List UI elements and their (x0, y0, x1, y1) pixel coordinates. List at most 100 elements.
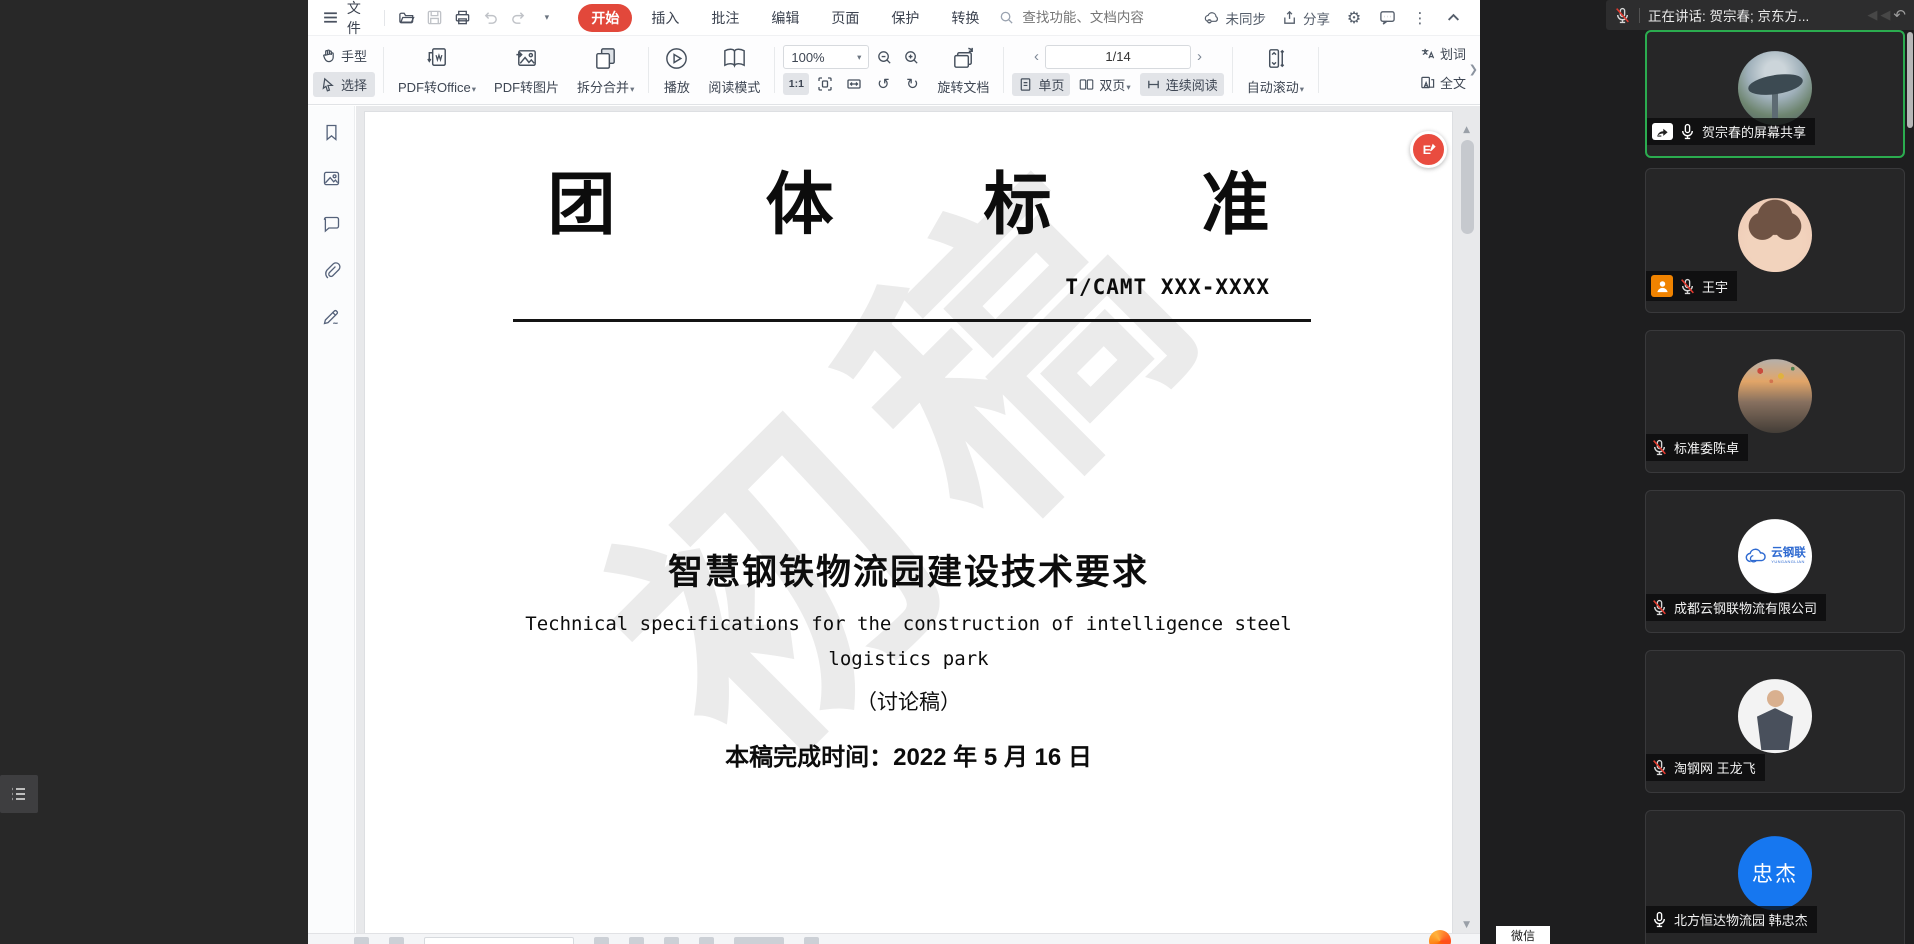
pdf-to-image-button[interactable]: PDF转图片 (485, 38, 568, 102)
tab-edit[interactable]: 编辑 (758, 4, 812, 32)
participant-tile[interactable]: 王宇 (1645, 168, 1905, 313)
actual-size-button[interactable]: 1:1 (783, 73, 809, 95)
participant-tile-screen-share[interactable]: 贺宗春的屏幕共享 (1645, 30, 1905, 158)
attachment-icon[interactable] (321, 260, 342, 281)
wechat-taskbar-label[interactable]: 微信 (1496, 926, 1550, 944)
banner-nav: ◀ ◀ ↶ (1867, 6, 1906, 24)
pdf-to-office-label: PDF转Office▾ (398, 77, 476, 96)
participant-tile[interactable]: 淘钢网 王龙飞 (1645, 650, 1905, 793)
comment-panel-icon[interactable] (321, 214, 342, 235)
participant-name: 北方恒达物流园 韩忠杰 (1674, 910, 1808, 929)
quick-access-dropdown-icon[interactable]: ▾ (536, 7, 557, 29)
split-merge-label: 拆分合并▾ (577, 77, 634, 96)
open-folder-icon[interactable] (396, 7, 417, 29)
hand-tool-button[interactable]: 手型 (313, 43, 375, 68)
double-page-button[interactable]: 双页▾ (1073, 73, 1136, 96)
signature-icon[interactable] (321, 306, 342, 327)
document-canvas[interactable]: 初稿 团体标准 T/CAMT XXX-XXXX 智慧钢铁物流园建设技术要求 Te… (356, 106, 1480, 933)
return-arrow-icon[interactable]: ↶ (1893, 6, 1906, 24)
taskbar-app-icon[interactable] (1428, 930, 1452, 944)
list-icon (9, 784, 29, 804)
participant-tile[interactable]: 标准委陈卓 (1645, 330, 1905, 473)
next-speaker-icon[interactable]: ◀ (1880, 8, 1890, 23)
print-icon[interactable] (452, 7, 473, 29)
participant-tile[interactable]: 忠杰 北方恒达物流园 韩忠杰 (1645, 810, 1905, 944)
fit-page-button[interactable] (812, 73, 838, 95)
participants-scrollbar[interactable] (1907, 32, 1913, 128)
mic-muted-icon (1651, 599, 1668, 616)
title-en-line1: Technical specifications for the constru… (365, 607, 1452, 642)
mic-muted-icon[interactable] (1614, 7, 1631, 24)
rotate-cw-icon[interactable]: ↻ (899, 73, 925, 95)
tab-home[interactable]: 开始 (578, 4, 632, 32)
participant-tile[interactable]: 云钢联 YUNGANGLIAN 成都云钢联物流有限公司 (1645, 490, 1905, 633)
sync-status[interactable]: 未同步 (1203, 8, 1267, 28)
pdf-edit-float-button[interactable]: E (1410, 131, 1447, 168)
cursor-icon (321, 77, 336, 92)
pdf-to-office-button[interactable]: PDF转Office▾ (389, 38, 485, 102)
save-icon[interactable] (424, 7, 445, 29)
auto-scroll-button[interactable]: 自动滚动▾ (1238, 38, 1313, 102)
split-merge-button[interactable]: 拆分合并▾ (568, 38, 643, 102)
zoom-in-icon[interactable] (899, 45, 923, 69)
rotate-document-button[interactable]: 旋转文档 (928, 38, 998, 102)
tab-page[interactable]: 页面 (818, 4, 872, 32)
participant-avatar (1738, 51, 1812, 125)
share-button[interactable]: 分享 (1281, 8, 1330, 28)
search-input[interactable] (1020, 9, 1185, 26)
menu-right-icons: 未同步 分享 ⚙ ⋮ (1193, 8, 1469, 28)
zoom-level-select[interactable]: 100% ▾ (783, 45, 869, 69)
outline-toc-button[interactable] (0, 775, 38, 813)
sidebar-tool-strip (308, 106, 355, 933)
desktop: 文件 ▾ 开始 插入 批注 编辑 (0, 0, 1914, 944)
more-kebab-icon[interactable]: ⋮ (1411, 9, 1429, 27)
file-menu[interactable]: 文件 (320, 0, 373, 38)
share-label: 分享 (1303, 8, 1330, 28)
status-icon (389, 937, 404, 944)
double-page-icon (1079, 77, 1094, 92)
participant-avatar-logo: 云钢联 YUNGANGLIAN (1738, 519, 1812, 593)
fit-width-button[interactable] (841, 73, 867, 95)
document-title-en: Technical specifications for the constru… (365, 607, 1452, 677)
single-page-button[interactable]: 单页 (1012, 73, 1070, 96)
search-box[interactable] (999, 9, 1185, 26)
play-label: 播放 (664, 77, 690, 96)
word-translate-button[interactable]: 划词 (1416, 42, 1480, 65)
continuous-read-button[interactable]: 连续阅读 (1140, 73, 1224, 96)
select-tool-button[interactable]: 选择 (313, 72, 375, 97)
redo-icon[interactable] (508, 7, 529, 29)
tab-convert[interactable]: 转换 (938, 4, 992, 32)
read-mode-button[interactable]: 阅读模式 (699, 38, 769, 102)
zoom-level-value: 100% (791, 50, 824, 65)
scroll-up-icon[interactable]: ▲ (1463, 125, 1470, 135)
split-merge-icon (592, 45, 619, 72)
rotate-ccw-icon[interactable]: ↺ (870, 73, 896, 95)
prev-page-icon[interactable]: ‹ (1031, 48, 1042, 65)
hand-icon (321, 48, 336, 63)
participant-avatar (1738, 198, 1812, 272)
gear-icon[interactable]: ⚙ (1345, 9, 1363, 27)
mic-on-icon (1679, 123, 1696, 140)
tab-protect[interactable]: 保护 (878, 4, 932, 32)
bookmark-icon[interactable] (321, 122, 342, 143)
collapse-ribbon-icon[interactable] (1444, 9, 1462, 27)
undo-icon[interactable] (480, 7, 501, 29)
share-icon (1281, 9, 1299, 27)
vertical-scrollbar[interactable] (1461, 140, 1474, 234)
participant-avatar (1738, 359, 1812, 433)
play-button[interactable]: 播放 (654, 38, 699, 102)
rotate-document-label: 旋转文档 (937, 77, 989, 96)
tab-insert[interactable]: 插入 (638, 4, 692, 32)
tab-comment[interactable]: 批注 (698, 4, 752, 32)
page-indicator[interactable]: 1/14 (1045, 45, 1191, 69)
mic-muted-icon (1679, 278, 1696, 295)
participant-name: 贺宗春的屏幕共享 (1702, 122, 1806, 141)
scroll-down-icon[interactable]: ▼ (1463, 920, 1470, 930)
prev-speaker-icon[interactable]: ◀ (1867, 8, 1877, 23)
zoom-out-icon[interactable] (872, 45, 896, 69)
image-panel-icon[interactable] (321, 168, 342, 189)
next-page-icon[interactable]: › (1194, 48, 1205, 65)
chat-feedback-icon[interactable] (1378, 9, 1396, 27)
ribbon-overflow-icon[interactable]: ❯ (1469, 63, 1478, 76)
file-menu-label: 文件 (347, 0, 374, 38)
